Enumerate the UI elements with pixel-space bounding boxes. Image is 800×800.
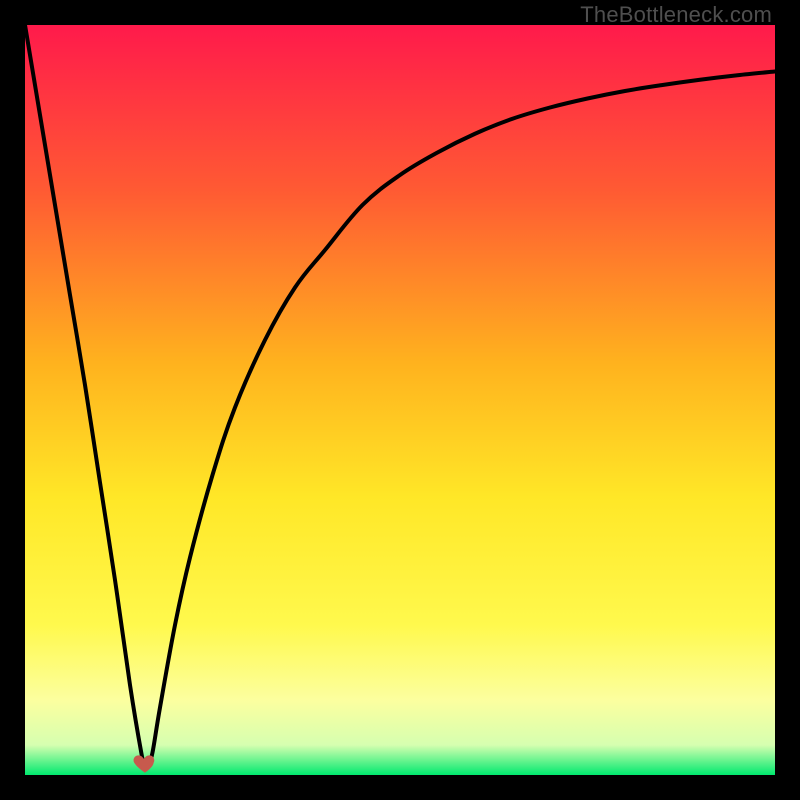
bottleneck-curve — [25, 25, 775, 775]
chart-frame: TheBottleneck.com — [0, 0, 800, 800]
heart-icon — [132, 750, 158, 776]
plot-area — [25, 25, 775, 775]
